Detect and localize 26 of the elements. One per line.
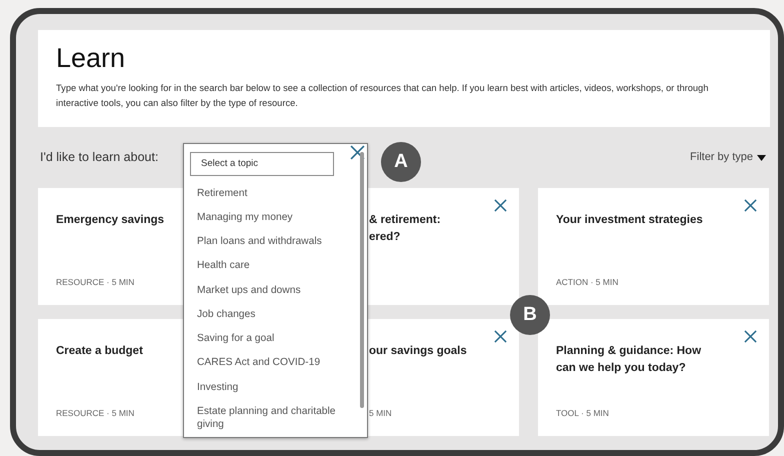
- topic-label: I'd like to learn about:: [39, 149, 158, 166]
- close-icon[interactable]: [494, 199, 507, 212]
- card-meta: TOOL · 5 MIN: [556, 407, 609, 420]
- close-icon[interactable]: [350, 145, 365, 160]
- callout-marker: A: [381, 142, 421, 182]
- close-icon[interactable]: [744, 330, 757, 344]
- close-icon[interactable]: [494, 330, 507, 344]
- card-meta: RESOURCE · 5 MIN: [56, 407, 134, 420]
- scrollbar-thumb[interactable]: [360, 152, 364, 408]
- card-meta: RESOURCE · 5 MIN: [56, 276, 134, 289]
- card-title: Planning & guidance: How can we help you today?: [556, 344, 702, 376]
- card-meta: 5 MIN: [369, 407, 392, 420]
- card-title: Emergency savings: [56, 213, 164, 228]
- card-title: & retirement: ered?: [369, 213, 441, 246]
- page-title: Learn: [56, 42, 126, 74]
- filter-dropdown[interactable]: Filter by type: [690, 149, 766, 166]
- caret-icon: [757, 154, 766, 160]
- intro-text: Type what you're looking for in the search bar below to see a collection of resources that can help. If you learn best with articles, videos, workshops, or through interactive tools, you can also filter by the type of resource.: [56, 82, 710, 110]
- resource-card[interactable]: Your investment strategies ACTION · 5 MIN: [538, 188, 769, 305]
- card-title: Create a budget: [56, 344, 143, 359]
- card-meta: ACTION · 5 MIN: [556, 276, 618, 289]
- close-icon[interactable]: [744, 199, 757, 212]
- resource-card[interactable]: Planning & guidance: How can we help you today? TOOL · 5 MIN: [538, 319, 769, 436]
- card-title: Your investment strategies: [556, 213, 703, 228]
- card-title: our savings goals: [369, 344, 467, 359]
- topic-search-field[interactable]: Select a topic: [190, 152, 334, 176]
